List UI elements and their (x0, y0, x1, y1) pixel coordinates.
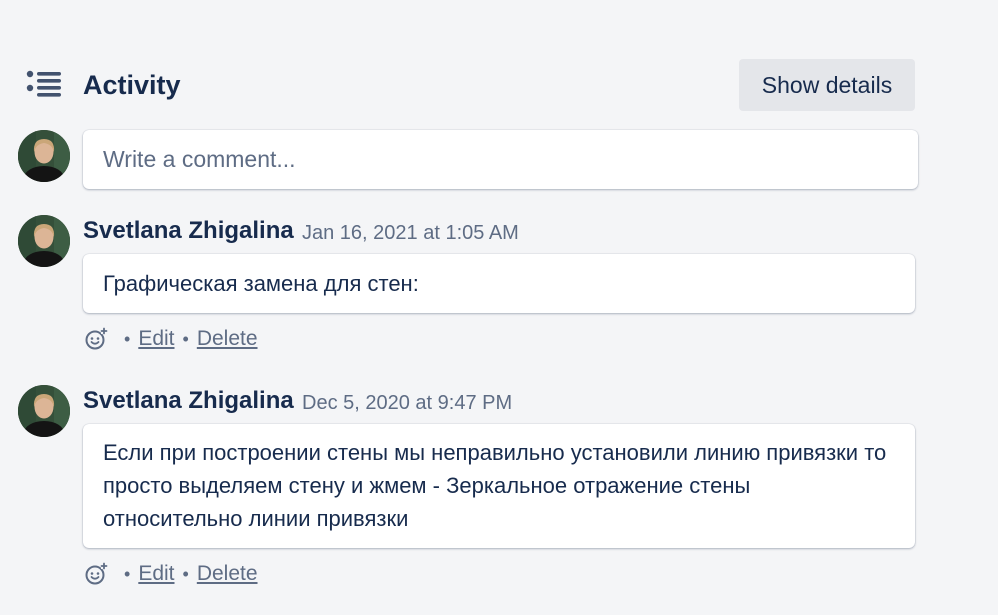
edit-link[interactable]: Edit (138, 562, 174, 586)
delete-link[interactable]: Delete (197, 562, 258, 586)
comment-timestamp[interactable]: Jan 16, 2021 at 1:05 AM (302, 218, 519, 248)
activity-header: Activity Show details (0, 0, 998, 120)
comment-actions: • Edit • Delete (84, 560, 258, 588)
comment-author-avatar[interactable] (18, 385, 70, 437)
comment-body: Если при построении стены мы неправильно… (83, 424, 915, 548)
comment-author-name[interactable]: Svetlana Zhigalina (83, 386, 294, 416)
delete-link[interactable]: Delete (197, 327, 258, 351)
edit-link[interactable]: Edit (138, 327, 174, 351)
add-reaction-icon[interactable] (84, 327, 108, 351)
action-separator: • (182, 328, 189, 349)
comment-input[interactable] (83, 130, 918, 189)
comment-timestamp[interactable]: Dec 5, 2020 at 9:47 PM (302, 388, 512, 418)
add-reaction-icon[interactable] (84, 562, 108, 586)
action-separator: • (124, 563, 131, 584)
action-separator: • (182, 563, 189, 584)
activity-list-icon (26, 70, 61, 97)
action-separator: • (124, 328, 131, 349)
comment-body: Графическая замена для стен: (83, 254, 915, 313)
current-user-avatar[interactable] (18, 130, 70, 182)
activity-title: Activity (83, 70, 181, 100)
comment-actions: • Edit • Delete (84, 325, 258, 353)
show-details-button[interactable]: Show details (739, 59, 915, 111)
comment-author-avatar[interactable] (18, 215, 70, 267)
comment-author-name[interactable]: Svetlana Zhigalina (83, 216, 294, 246)
